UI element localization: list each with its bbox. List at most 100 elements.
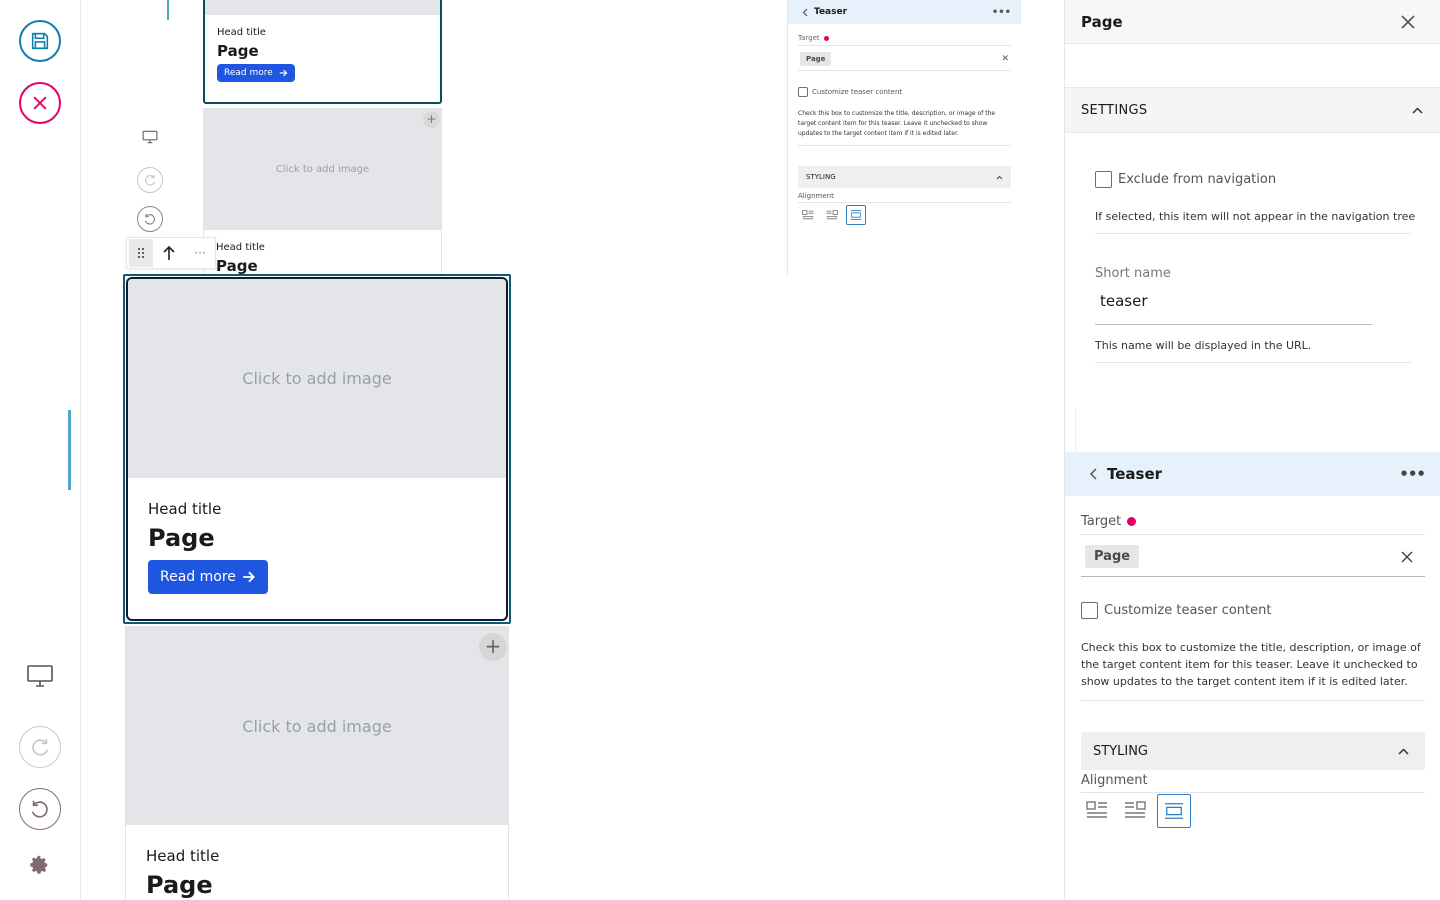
align-left-icon <box>802 210 814 220</box>
card-title: Page <box>217 42 259 60</box>
save-button[interactable] <box>19 20 61 62</box>
settings-header: SETTINGS <box>1081 102 1148 118</box>
chevron-up-icon[interactable] <box>996 175 1003 180</box>
mini-align-center-button[interactable] <box>846 205 866 225</box>
mini-card-image[interactable]: Click to add image <box>204 109 441 230</box>
drag-handle[interactable] <box>129 239 153 267</box>
card-head-title: Head title <box>146 847 220 865</box>
undo-icon <box>31 800 48 818</box>
undo-icon <box>144 213 155 225</box>
read-more-button[interactable]: Read more <box>148 560 268 594</box>
customize-checkbox[interactable] <box>1081 602 1098 619</box>
clear-icon[interactable] <box>1401 551 1413 563</box>
mini-teaser-panel: Teaser ••• Target Page ✕ Customize tease… <box>787 0 1021 276</box>
mini-styling-header[interactable]: STYLING <box>806 173 836 181</box>
more-icon[interactable]: ••• <box>1399 465 1426 483</box>
short-name-label: Short name <box>1095 266 1171 281</box>
more-options-button[interactable]: ··· <box>185 246 215 260</box>
mini-teaser-card[interactable]: Head title Page Read more <box>203 0 442 104</box>
mini-redo-button[interactable] <box>137 167 163 193</box>
settings-section-header[interactable]: SETTINGS <box>1065 87 1440 133</box>
card-title: Page <box>148 524 215 552</box>
mini-help-text: Check this box to customize the title, d… <box>798 110 996 137</box>
align-left-button[interactable] <box>1081 794 1113 826</box>
target-label: Target <box>1081 514 1122 529</box>
teaser-card-selected[interactable]: Click to add image Head title Page Read … <box>126 277 508 621</box>
mini-target-chip[interactable]: Page <box>800 52 832 66</box>
read-more-button[interactable]: Read more <box>217 64 295 82</box>
ellipsis-icon: ··· <box>194 246 206 260</box>
mini-card-image[interactable] <box>205 0 440 15</box>
mini-target-label: Target <box>798 34 820 42</box>
styling-header: STYLING <box>1093 743 1149 759</box>
chevron-up-icon <box>1412 106 1423 114</box>
mini-teaser-title: Teaser <box>814 7 848 17</box>
teaser-card[interactable]: Click to add image + Head title Page <box>125 626 509 900</box>
required-dot <box>1127 517 1137 526</box>
customize-help: Check this box to customize the title, d… <box>1081 641 1421 688</box>
desktop-preview-button[interactable] <box>26 664 54 692</box>
card-title: Page <box>216 257 258 274</box>
settings-button[interactable] <box>28 854 50 880</box>
align-left-icon <box>1086 801 1107 818</box>
arrow-right-icon <box>279 69 288 77</box>
exclude-nav-checkbox[interactable] <box>1095 171 1112 188</box>
mini-scroll-indicator <box>167 0 169 20</box>
add-block-button[interactable]: + <box>423 111 440 128</box>
customize-label: Customize teaser content <box>1104 603 1272 618</box>
redo-button[interactable] <box>19 726 61 768</box>
add-block-button[interactable]: + <box>479 633 507 661</box>
main-toolbar <box>0 0 81 900</box>
align-right-button[interactable] <box>1119 794 1151 826</box>
align-center-icon <box>1164 803 1184 819</box>
mini-monitor-button[interactable] <box>142 129 158 148</box>
resize-handle[interactable] <box>1075 410 1076 452</box>
styling-section-header[interactable]: STYLING <box>1081 732 1425 770</box>
align-right-icon <box>1125 801 1146 818</box>
align-center-button[interactable] <box>1157 794 1191 828</box>
block-toolbar: ··· <box>126 237 216 269</box>
chevron-up-icon <box>1398 747 1409 755</box>
mini-teaser-card[interactable]: Click to add image + Head title Page <box>203 108 442 274</box>
plus-icon: + <box>426 112 437 126</box>
monitor-icon <box>27 665 53 687</box>
chevron-left-icon[interactable] <box>1089 468 1097 480</box>
mini-alignment-label: Alignment <box>798 192 834 200</box>
cancel-icon <box>33 96 47 110</box>
align-right-icon <box>826 210 838 220</box>
properties-sidebar: Page SETTINGS Exclude from navigation If… <box>1064 0 1440 900</box>
card-head-title: Head title <box>148 500 222 518</box>
scroll-indicator <box>68 410 71 490</box>
short-name-help: This name will be displayed in the URL. <box>1095 339 1312 352</box>
mini-more-icon[interactable]: ••• <box>992 7 1011 18</box>
card-image[interactable]: Click to add image <box>126 627 508 825</box>
plus-icon: + <box>484 634 502 658</box>
card-title: Page <box>146 871 213 899</box>
mini-align-left-button[interactable] <box>798 205 818 225</box>
arrow-right-icon <box>243 571 255 583</box>
target-chip[interactable]: Page <box>1085 545 1140 568</box>
teaser-title: Teaser <box>1107 465 1163 483</box>
drag-icon <box>138 248 144 258</box>
chevron-left-icon[interactable] <box>802 8 808 17</box>
mini-align-right-button[interactable] <box>822 205 842 225</box>
move-up-button[interactable] <box>153 245 185 261</box>
mini-customize-checkbox[interactable] <box>798 87 808 97</box>
align-center-icon <box>850 210 862 220</box>
mini-clear-icon[interactable]: ✕ <box>1001 54 1009 64</box>
redo-icon <box>145 174 156 186</box>
exclude-nav-label: Exclude from navigation <box>1118 172 1277 187</box>
short-name-input[interactable]: teaser <box>1095 281 1372 325</box>
sidebar-title: Page <box>1081 12 1123 31</box>
gear-icon <box>30 855 48 874</box>
card-head-title: Head title <box>216 242 265 253</box>
monitor-icon <box>142 130 158 144</box>
arrow-up-icon <box>163 245 175 260</box>
card-image[interactable]: Click to add image <box>128 279 506 478</box>
card-head-title: Head title <box>217 27 266 38</box>
mini-customize-label: Customize teaser content <box>812 88 903 96</box>
cancel-button[interactable] <box>19 82 61 124</box>
mini-undo-button[interactable] <box>137 206 163 232</box>
undo-button[interactable] <box>19 788 61 830</box>
close-icon[interactable] <box>1400 14 1416 30</box>
